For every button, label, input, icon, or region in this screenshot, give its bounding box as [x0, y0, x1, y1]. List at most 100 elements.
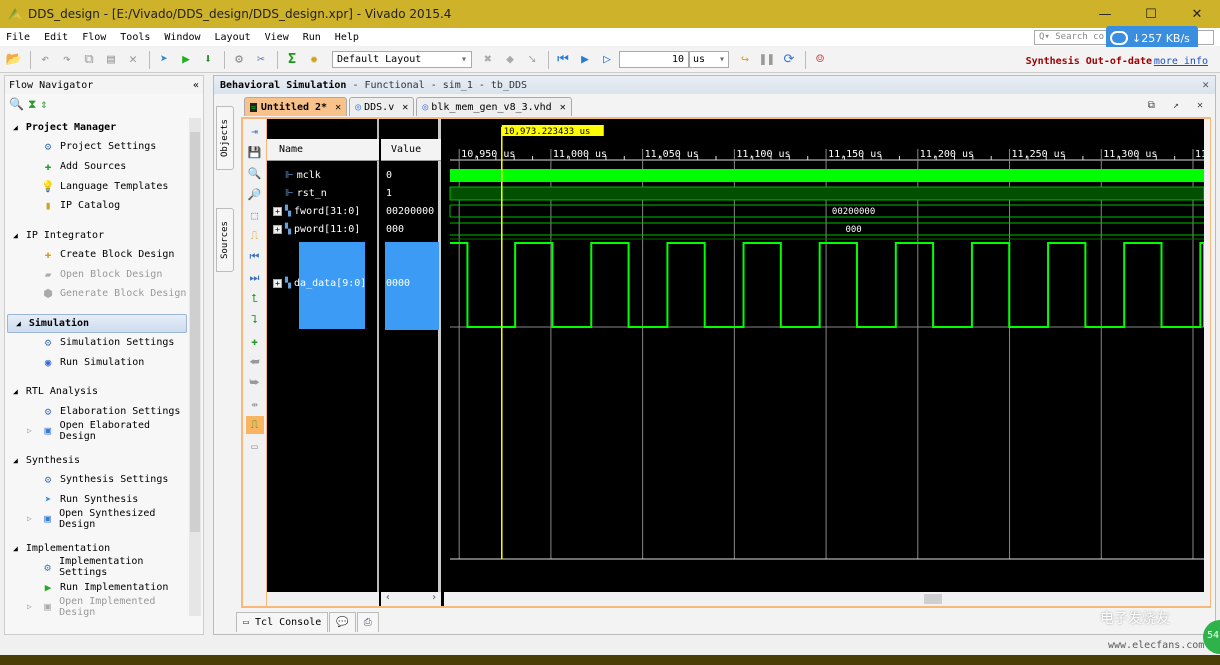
nav-item-add-sources[interactable]: ✚ Add Sources [5, 157, 189, 177]
close-button[interactable]: ✕ [1174, 0, 1220, 28]
menu-flow[interactable]: Flow [82, 32, 106, 43]
value-column-header[interactable]: Value [381, 139, 441, 161]
next-marker-icon[interactable]: ⮩ [246, 374, 264, 392]
nav-item-generate-block-design[interactable]: ⬢ Generate Block Design [5, 284, 189, 304]
snap-to-transition-icon[interactable]: ⎍ [245, 416, 264, 434]
expand-plus-icon[interactable]: + [273, 206, 282, 216]
maximize-button[interactable]: ☐ [1128, 0, 1174, 28]
menu-help[interactable]: Help [335, 32, 359, 43]
menu-view[interactable]: View [265, 32, 289, 43]
expand-triangle-icon[interactable]: ◢ [13, 387, 18, 396]
nav-item-synthesis-settings[interactable]: ⚙ Synthesis Settings [5, 470, 189, 490]
nav-item-open-implemented-design[interactable]: ▷ ▣ Open Implemented Design [5, 596, 189, 618]
expand-plus-icon[interactable]: + [273, 224, 282, 234]
zoom-out-icon[interactable]: 🔎 [246, 185, 264, 203]
save-icon[interactable]: 💾 [246, 143, 264, 161]
layout-select[interactable]: Default Layout [332, 51, 472, 68]
zoom-in-icon[interactable]: 🔍 [246, 164, 264, 182]
nav-item-implementation-settings[interactable]: ⚙ Implementation Settings [5, 556, 189, 578]
collapse-icon[interactable]: « [193, 80, 199, 91]
ip-gear-icon[interactable]: ✹ [304, 51, 324, 69]
signal-name-row[interactable]: + ▚ pword[11:0] [273, 220, 360, 238]
goto-cursor-icon[interactable]: ⇥ [246, 122, 264, 140]
next-transition-icon[interactable]: ⮧ [246, 311, 264, 329]
restart-sim-icon[interactable]: ⏮ [553, 51, 573, 69]
relaunch-icon[interactable]: ⟳ [779, 51, 799, 69]
run-synthesis-icon[interactable]: ➤ [154, 51, 174, 69]
editor-tab-1[interactable]: ◎ DDS.v ✕ [349, 97, 415, 116]
signal-name-row[interactable]: + ▚ fword[31:0] [273, 202, 360, 220]
step-icon[interactable]: ↪ [735, 51, 755, 69]
menu-window[interactable]: Window [164, 32, 200, 43]
nav-item-open-block-design[interactable]: ▰ Open Block Design [5, 264, 189, 284]
editor-tab-0[interactable]: ≈ Untitled 2* ✕ [244, 97, 348, 116]
nav-item-run-synthesis[interactable]: ➤ Run Synthesis [5, 489, 189, 509]
tab-window-controls[interactable]: ⧉ ↗ ✕ [1148, 100, 1209, 111]
float-ruler-icon[interactable]: ▭ [246, 437, 264, 455]
goto-time-zero-icon[interactable]: ⎍ [246, 227, 264, 245]
tab-messages[interactable]: 💬 [329, 612, 356, 632]
minimize-button[interactable]: — [1082, 0, 1128, 28]
expand-triangle-icon[interactable]: ◢ [13, 544, 18, 553]
run-for-time-icon[interactable]: ▷ [597, 51, 617, 69]
run-all-icon[interactable]: ▶ [575, 51, 595, 69]
close-tab-icon[interactable]: ✕ [335, 102, 341, 113]
side-tab-objects[interactable]: Objects [216, 106, 234, 170]
waveform-area[interactable]: 10,950 us 11,000 us 11,050 us 11,100 us 11,1… [444, 119, 1220, 606]
previous-transition-icon[interactable]: ⮤ [246, 290, 264, 308]
goto-end-icon[interactable]: ⏭ [246, 269, 264, 287]
paste-icon[interactable]: ▤ [101, 51, 121, 69]
expand-triangle-icon[interactable]: ◢ [13, 456, 18, 465]
collapse-all-icon[interactable]: ⧗ [28, 97, 36, 112]
previous-marker-icon[interactable]: ⮨ [246, 353, 264, 371]
search-icon[interactable]: 🔍 [9, 97, 24, 111]
expand-triangle-icon[interactable]: ◢ [13, 231, 18, 240]
nav-item-open-synthesized-design[interactable]: ▷ ▣ Open Synthesized Design [5, 508, 189, 530]
help-chat-icon[interactable]: ☺ [810, 51, 830, 69]
generate-bitstream-icon[interactable]: ⬇ [198, 51, 218, 69]
section-project-manager[interactable]: ◢ Project Manager [5, 118, 189, 137]
expand-triangle-icon[interactable]: ◢ [13, 123, 18, 132]
copy-icon[interactable]: ⧉ [79, 51, 99, 69]
side-tab-sources[interactable]: Sources [216, 208, 234, 272]
undo-icon[interactable]: ↶ [35, 51, 55, 69]
nav-item-elaboration-settings[interactable]: ⚙ Elaboration Settings [5, 401, 189, 421]
redo-icon[interactable]: ↷ [57, 51, 77, 69]
tools-wrench-icon[interactable]: ✂ [251, 51, 271, 69]
settings-gear-icon[interactable]: ⚙ [229, 51, 249, 69]
nav-item-open-elaborated-design[interactable]: ▷ ▣ Open Elaborated Design [5, 420, 189, 442]
menu-edit[interactable]: Edit [44, 32, 68, 43]
expand-plus-icon[interactable]: + [273, 278, 282, 288]
goto-start-icon[interactable]: ⏮ [246, 248, 264, 266]
menu-run[interactable]: Run [303, 32, 321, 43]
nav-item-simulation-settings[interactable]: ⚙ Simulation Settings [5, 333, 189, 353]
close-tab-icon[interactable]: ✕ [402, 102, 408, 113]
nav-item-run-simulation[interactable]: ◉ Run Simulation [5, 353, 189, 373]
expand-arrow-icon[interactable]: ▷ [27, 514, 32, 523]
menu-tools[interactable]: Tools [120, 32, 150, 43]
tab-tcl-console[interactable]: ▭ Tcl Console [236, 612, 329, 632]
expand-arrow-icon[interactable]: ▷ [27, 426, 32, 435]
close-simulation-icon[interactable]: ✕ [1202, 78, 1209, 91]
run-time-input[interactable]: 10 [619, 51, 689, 68]
nav-item-create-block-design[interactable]: ✚ Create Block Design [5, 245, 189, 265]
delete-icon[interactable]: ✕ [123, 51, 143, 69]
more-info-link[interactable]: more info [1154, 56, 1208, 67]
run-time-unit-select[interactable]: us [689, 51, 729, 68]
section-rtl-analysis[interactable]: ◢ RTL Analysis [5, 382, 189, 401]
expand-arrow-icon[interactable]: ▷ [27, 602, 32, 611]
swap-cursors-icon[interactable]: ⇹ [246, 395, 264, 413]
add-marker-icon[interactable]: ✚ [246, 332, 264, 350]
expand-triangle-icon[interactable]: ◢ [16, 319, 21, 328]
nav-item-ip-catalog[interactable]: ▮ IP Catalog [5, 196, 189, 216]
nav-item-run-implementation[interactable]: ▶ Run Implementation [5, 577, 189, 597]
flow-navigator-scrollbar[interactable] [189, 118, 201, 616]
nav-item-language-templates[interactable]: 💡 Language Templates [5, 176, 189, 196]
signal-name-row[interactable]: + ▚ da_data[9:0] [273, 274, 366, 292]
menu-layout[interactable]: Layout [215, 32, 251, 43]
section-synthesis[interactable]: ◢ Synthesis [5, 451, 189, 470]
zoom-fit-icon[interactable]: ⬚ [246, 206, 264, 224]
signal-name-row[interactable]: ⊩ rst_n [285, 184, 327, 202]
section-ip-integrator[interactable]: ◢ IP Integrator [5, 226, 189, 245]
signal-name-row[interactable]: ⊩ mclk [285, 166, 321, 184]
